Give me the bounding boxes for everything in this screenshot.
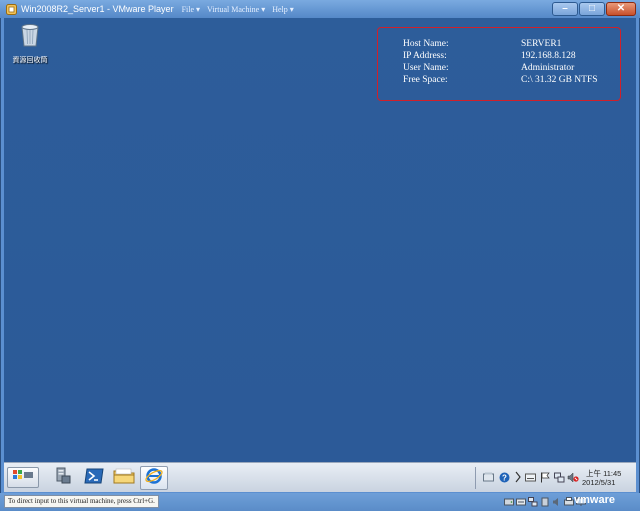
bginfo-panel: Host Name: SERVER1 IP Address: 192.168.8… bbox=[377, 27, 621, 101]
powershell-icon bbox=[84, 467, 104, 490]
user-name-label: User Name: bbox=[403, 63, 449, 73]
status-message: To direct input to this virtual machine,… bbox=[4, 495, 159, 508]
window-title: Win2008R2_Server1 - VMware Player bbox=[21, 4, 174, 14]
keyboard-icon[interactable] bbox=[524, 471, 536, 483]
menu-file[interactable]: File ▾ bbox=[182, 5, 200, 14]
sound-card-icon[interactable] bbox=[552, 496, 562, 507]
title-bar[interactable]: Win2008R2_Server1 - VMware Player File ▾… bbox=[0, 0, 640, 18]
menu-virtual-machine[interactable]: Virtual Machine ▾ bbox=[207, 5, 265, 14]
network-adapter-icon[interactable] bbox=[528, 496, 538, 507]
cd-dvd-icon[interactable] bbox=[516, 496, 526, 507]
action-center-flag-icon[interactable] bbox=[539, 471, 551, 483]
user-name-value: Administrator bbox=[521, 63, 575, 73]
explorer-folder-icon bbox=[113, 467, 135, 490]
internet-explorer-button[interactable] bbox=[140, 466, 168, 490]
guest-desktop[interactable]: 資源回收筒 Host Name: SERVER1 IP Address: 192… bbox=[4, 18, 636, 462]
ip-address-value: 192.168.8.128 bbox=[521, 51, 576, 61]
tray-separator bbox=[475, 467, 476, 489]
recycle-bin-shortcut[interactable]: 資源回收筒 bbox=[8, 22, 52, 65]
close-button[interactable]: ✕ bbox=[606, 2, 636, 16]
windows-logo-icon bbox=[12, 469, 34, 487]
free-space-value: C:\ 31.32 GB NTFS bbox=[521, 75, 598, 85]
vmware-logo: vmware bbox=[574, 494, 615, 506]
network-icon[interactable] bbox=[553, 471, 565, 483]
volume-muted-icon[interactable] bbox=[567, 471, 579, 483]
server-manager-button[interactable] bbox=[48, 466, 76, 490]
help-icon[interactable]: ? bbox=[498, 471, 510, 483]
ip-address-label: IP Address: bbox=[403, 51, 447, 61]
host-name-value: SERVER1 bbox=[521, 39, 562, 49]
show-desktop-icon[interactable] bbox=[482, 471, 494, 483]
taskbar: ? 上午 11:45 2012/5/31 bbox=[4, 462, 636, 492]
printer-icon[interactable] bbox=[564, 496, 574, 507]
free-space-label: Free Space: bbox=[403, 75, 448, 85]
minimize-button[interactable]: – bbox=[552, 2, 578, 16]
recycle-bin-icon bbox=[19, 22, 41, 53]
svg-text:?: ? bbox=[502, 473, 507, 482]
server-manager-icon bbox=[52, 466, 72, 491]
expand-tray-icon[interactable] bbox=[512, 471, 524, 483]
internet-explorer-icon bbox=[144, 466, 164, 491]
powershell-button[interactable] bbox=[80, 466, 108, 490]
usb-icon[interactable] bbox=[540, 496, 550, 507]
recycle-bin-label: 資源回收筒 bbox=[12, 57, 48, 64]
menu-help[interactable]: Help ▾ bbox=[272, 5, 294, 14]
status-bar: To direct input to this virtual machine,… bbox=[0, 493, 640, 511]
hard-disk-icon[interactable] bbox=[504, 496, 514, 507]
vmware-app-icon bbox=[5, 3, 17, 15]
clock-date[interactable]: 2012/5/31 bbox=[582, 478, 615, 487]
explorer-button[interactable] bbox=[110, 466, 138, 490]
maximize-button[interactable]: □ bbox=[579, 2, 605, 16]
host-name-label: Host Name: bbox=[403, 39, 449, 49]
start-button[interactable] bbox=[7, 467, 39, 488]
